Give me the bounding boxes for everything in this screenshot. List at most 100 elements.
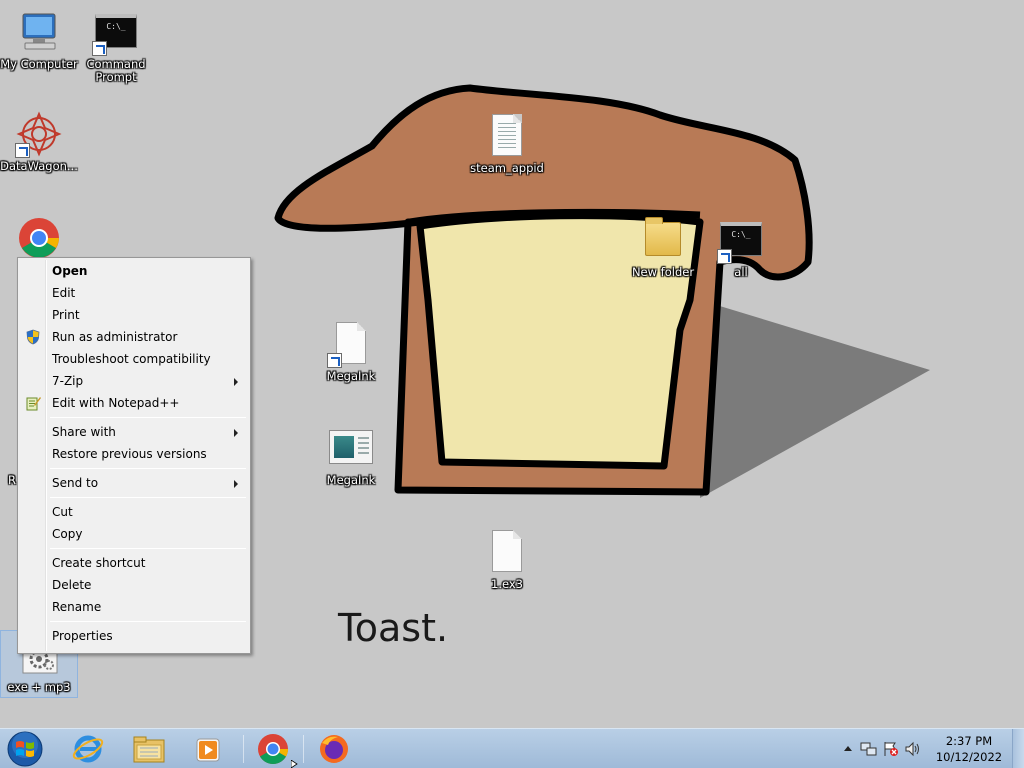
desktop-icon-my-computer[interactable]: My Computer — [0, 8, 78, 71]
network-icon[interactable] — [860, 741, 878, 760]
menu-item-label: Share with — [52, 425, 116, 439]
menu-item-open[interactable]: Open — [20, 260, 248, 282]
desktop-icon-megaink-image[interactable]: MegaInk — [312, 424, 390, 487]
menu-item-share-with[interactable]: Share with — [20, 421, 248, 443]
taskbar-divider — [243, 735, 244, 763]
folder-icon — [639, 216, 687, 264]
shortcut-arrow-icon — [92, 41, 107, 56]
media-player-icon — [196, 738, 220, 762]
mouse-cursor-icon — [291, 760, 298, 768]
submenu-arrow-icon — [234, 480, 238, 488]
desktop-icon-1-ex3[interactable]: 1.ex3 — [468, 528, 546, 591]
menu-item-label: Print — [52, 308, 80, 322]
computer-icon — [15, 8, 63, 56]
menu-item-copy[interactable]: Copy — [20, 523, 248, 545]
action-center-icon[interactable] — [882, 741, 900, 760]
menu-item-rename[interactable]: Rename — [20, 596, 248, 618]
menu-item-send-to[interactable]: Send to — [20, 472, 248, 494]
menu-item-label: Create shortcut — [52, 556, 146, 570]
firefox-icon — [320, 735, 348, 763]
menu-item-label: Copy — [52, 527, 83, 541]
menu-item-label: Send to — [52, 476, 99, 490]
desktop-icon-megaink-shortcut[interactable]: MegaInk — [312, 320, 390, 383]
desktop-icon-steam-appid[interactable]: steam_appid — [468, 112, 546, 175]
desktop-icon-command-prompt[interactable]: C:\_ Command Prompt — [77, 8, 155, 84]
file-icon — [483, 528, 531, 576]
shortcut-arrow-icon — [15, 143, 30, 158]
desktop-icon-label: MegaInk — [326, 473, 376, 487]
image-icon — [327, 424, 375, 472]
menu-item-properties[interactable]: Properties — [20, 625, 248, 647]
text-file-icon — [483, 112, 531, 160]
menu-item-label: Open — [52, 264, 88, 278]
menu-item-7-zip[interactable]: 7-Zip — [20, 370, 248, 392]
menu-item-label: Troubleshoot compatibility — [52, 352, 211, 366]
menu-item-label: Cut — [52, 505, 73, 519]
submenu-arrow-icon — [234, 378, 238, 386]
shortcut-arrow-icon — [327, 353, 342, 368]
desktop-icon-label: My Computer — [0, 57, 78, 71]
notepadpp-icon — [25, 395, 41, 411]
menu-item-label: Delete — [52, 578, 92, 592]
taskbar-firefox[interactable] — [306, 731, 362, 767]
chrome-icon — [15, 212, 63, 260]
menu-item-label: Edit with Notepad++ — [52, 396, 180, 410]
desktop-icon-label: DataWagon... — [0, 159, 78, 173]
menu-item-troubleshoot-compatibility[interactable]: Troubleshoot compatibility — [20, 348, 248, 370]
menu-item-run-as-administrator[interactable]: Run as administrator — [20, 326, 248, 348]
start-button[interactable] — [4, 730, 46, 768]
menu-item-label: 7-Zip — [52, 374, 84, 388]
menu-separator — [50, 497, 246, 498]
menu-item-print[interactable]: Print — [20, 304, 248, 326]
menu-item-label: Edit — [52, 286, 76, 300]
menu-item-restore-previous-versions[interactable]: Restore previous versions — [20, 443, 248, 465]
toast-shadow — [700, 300, 930, 498]
menu-item-create-shortcut[interactable]: Create shortcut — [20, 552, 248, 574]
windows-explorer-icon — [133, 736, 165, 763]
volume-icon[interactable] — [904, 741, 922, 760]
menu-item-edit[interactable]: Edit — [20, 282, 248, 304]
menu-separator — [50, 468, 246, 469]
menu-item-delete[interactable]: Delete — [20, 574, 248, 596]
menu-item-label: Properties — [52, 629, 113, 643]
internet-explorer-icon — [72, 735, 104, 763]
taskbar-clock[interactable]: 2:37 PM 10/12/2022 — [934, 733, 1004, 765]
cmd-icon: C:\_ — [92, 8, 140, 56]
taskbar: 2:37 PM 10/12/2022 — [0, 728, 1024, 768]
shortcut-arrow-icon — [717, 249, 732, 264]
datawagon-icon — [15, 110, 63, 158]
submenu-arrow-icon — [234, 429, 238, 437]
menu-item-label: Restore previous versions — [52, 447, 207, 461]
desktop-icon-label: Command Prompt — [86, 57, 146, 84]
menu-separator — [50, 417, 246, 418]
desktop-icon-label: MegaInk — [326, 369, 376, 383]
menu-separator — [50, 621, 246, 622]
menu-item-label: Rename — [52, 600, 102, 614]
desktop-icon-label: steam_appid — [470, 161, 544, 175]
show-hidden-icons-arrow[interactable] — [844, 746, 852, 751]
taskbar-media-player[interactable] — [180, 731, 236, 767]
desktop-icon-chrome-shortcut[interactable] — [0, 212, 78, 262]
windows-logo-icon — [7, 731, 43, 767]
desktop-icon-label: New folder — [631, 265, 695, 279]
clock-time: 2:37 PM — [945, 734, 993, 748]
menu-item-edit-with-notepadpp[interactable]: Edit with Notepad++ — [20, 392, 248, 414]
menu-item-label: Run as administrator — [52, 330, 178, 344]
uac-shield-icon — [25, 329, 41, 345]
file-icon — [327, 320, 375, 368]
clock-date: 10/12/2022 — [935, 750, 1003, 764]
desktop-icon-datawagon[interactable]: DataWagon... — [0, 110, 78, 173]
desktop-icon-label: all — [734, 265, 748, 279]
cmd-icon: C:\_ — [717, 216, 765, 264]
taskbar-windows-explorer[interactable] — [120, 731, 176, 767]
show-desktop-button[interactable] — [1012, 729, 1024, 768]
desktop-icon-label: exe + mp3 — [7, 680, 71, 694]
menu-item-cut[interactable]: Cut — [20, 501, 248, 523]
context-menu: Open Edit Print Run as administrator Tro… — [17, 257, 251, 654]
desktop-icon-all[interactable]: C:\_ all — [702, 216, 780, 279]
system-tray: 2:37 PM 10/12/2022 — [834, 729, 1024, 768]
desktop-icon-label: 1.ex3 — [491, 577, 523, 591]
taskbar-internet-explorer[interactable] — [60, 731, 116, 767]
desktop-icon-new-folder[interactable]: New folder — [624, 216, 702, 279]
menu-separator — [50, 548, 246, 549]
